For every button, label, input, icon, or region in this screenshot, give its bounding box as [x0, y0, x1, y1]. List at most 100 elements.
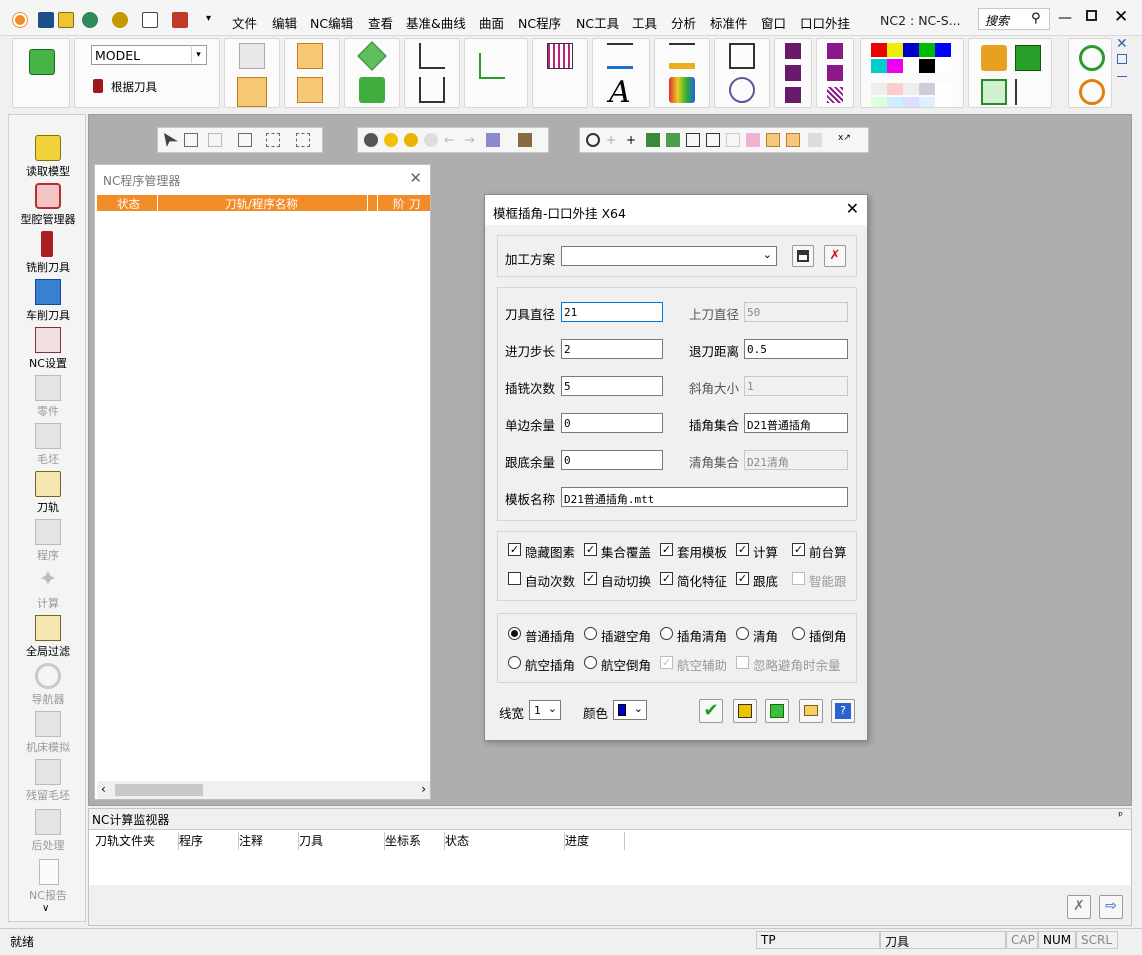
menu-file[interactable]: 文件	[232, 13, 257, 32]
mode-radio[interactable]	[792, 627, 805, 640]
arrow-right-icon[interactable]: →	[464, 133, 478, 148]
monitor-column-header[interactable]: 状态	[445, 832, 565, 850]
list-icon[interactable]	[297, 77, 323, 103]
mode-radio[interactable]	[584, 656, 597, 669]
clean-set-input[interactable]: D21清角	[744, 450, 848, 470]
view-cube-icon[interactable]	[486, 133, 500, 147]
brush-icon[interactable]	[827, 43, 843, 59]
feed-step-input[interactable]: 2	[561, 339, 663, 359]
menu-tools[interactable]: 工具	[632, 13, 657, 32]
mode-radio-label[interactable]: 插避空角	[601, 626, 651, 645]
close-window-button[interactable]: ✕	[1114, 7, 1128, 27]
sidebar-item-post-process[interactable]: 后处理	[9, 807, 87, 855]
model-select[interactable]: MODEL ▾	[91, 45, 207, 65]
by-tool-label[interactable]: 根据刀具	[111, 79, 157, 95]
menu-nc-tools[interactable]: NC工具	[576, 13, 619, 32]
option-checkbox-label[interactable]: 集合覆盖	[601, 542, 651, 561]
scroll-right-icon[interactable]: ›	[421, 782, 426, 796]
surface-icon[interactable]	[359, 77, 385, 103]
point-icon[interactable]: +	[606, 133, 620, 147]
sidebar-item-nc-setup[interactable]: NC设置	[9, 325, 87, 373]
highlight-2-icon[interactable]	[786, 133, 800, 147]
scroll-left-icon[interactable]: ‹	[101, 782, 106, 796]
tool-diameter-input[interactable]: 21	[561, 302, 663, 322]
color-select[interactable]: ⌄	[613, 700, 647, 720]
option-checkbox[interactable]: ✓	[660, 543, 673, 556]
menu-standard-parts[interactable]: 标准件	[710, 13, 748, 32]
column-status[interactable]: 状态	[117, 196, 140, 212]
rotate-icon[interactable]	[586, 133, 600, 147]
holder-icon[interactable]	[239, 43, 265, 69]
tool-disabled-icon[interactable]	[726, 133, 740, 147]
layers-icon[interactable]	[357, 41, 387, 71]
axis-icon[interactable]	[479, 53, 505, 79]
monitor-column-header[interactable]: 注释	[239, 832, 299, 850]
dimension-icon[interactable]	[607, 43, 633, 69]
bulb-dark-icon[interactable]	[364, 133, 378, 147]
option-checkbox-label[interactable]: 跟底	[753, 571, 778, 590]
sidebar-item-turn-tool[interactable]: 车削刀具	[9, 277, 87, 325]
dialog-close-icon[interactable]: ✕	[846, 199, 859, 218]
option-checkbox[interactable]: ✓	[792, 543, 805, 556]
extra-option-label[interactable]: 忽略避角时余量	[753, 655, 841, 674]
eraser-icon[interactable]	[746, 133, 760, 147]
box-select-icon[interactable]	[184, 133, 198, 147]
menu-view[interactable]: 查看	[368, 13, 393, 32]
sidebar-item-residual-stock[interactable]: 残留毛坯	[9, 757, 87, 805]
extra-option-checkbox[interactable]: ✓	[660, 656, 673, 669]
mode-radio[interactable]	[508, 627, 521, 640]
refresh-icon[interactable]	[1079, 79, 1105, 105]
sidebar-item-global-filter[interactable]: 全局过滤	[9, 613, 87, 661]
select-icon[interactable]	[164, 133, 178, 147]
fill-icon[interactable]	[827, 65, 843, 81]
marker-icon-2[interactable]	[785, 65, 801, 81]
sidebar-item-mill-tool[interactable]: 铣削刀具	[9, 229, 87, 277]
surface-green-icon[interactable]	[666, 133, 680, 147]
magnify-icon[interactable]	[729, 77, 755, 103]
ok-button[interactable]: ✔	[699, 699, 723, 723]
mode-radio[interactable]	[736, 627, 749, 640]
sidebar-item-compute[interactable]: ✦ 计算	[9, 565, 87, 613]
mode-radio-label[interactable]: 航空插角	[525, 655, 575, 674]
ribbon-close-icon[interactable]: ✕	[1116, 36, 1128, 52]
help-button[interactable]: ?	[831, 699, 855, 723]
sidebar-expand-icon[interactable]: ∨	[42, 903, 49, 914]
save-icon[interactable]	[38, 12, 54, 28]
mode-radio-label[interactable]: 插倒角	[809, 626, 847, 645]
polyline-icon[interactable]	[419, 77, 445, 103]
cursor-select-icon[interactable]	[296, 133, 310, 147]
option-checkbox[interactable]: ✓	[736, 543, 749, 556]
option-checkbox-label[interactable]: 套用模板	[677, 542, 727, 561]
menu-datum-curve[interactable]: 基准&曲线	[406, 13, 466, 32]
quick-access-more-icon[interactable]: ▾	[206, 13, 211, 24]
mode-radio[interactable]	[584, 627, 597, 640]
layer-green-icon[interactable]	[646, 133, 660, 147]
sidebar-item-cavity-manager[interactable]: 型腔管理器	[9, 181, 87, 229]
column-stage[interactable]: 阶	[393, 196, 405, 212]
pin-icon[interactable]: ᵖ	[1118, 809, 1123, 822]
upper-tool-diameter-input[interactable]: 50	[744, 302, 848, 322]
green-cube-icon[interactable]	[1015, 45, 1041, 71]
monitor-column-header[interactable]: 刀具	[299, 832, 385, 850]
sidebar-item-read-model[interactable]: 读取模型	[9, 133, 87, 181]
menu-plugin[interactable]: 口口外挂	[800, 13, 850, 32]
curve-2-icon[interactable]	[706, 133, 720, 147]
column-name[interactable]: 刀轨/程序名称	[225, 196, 298, 212]
mode-radio[interactable]	[508, 656, 521, 669]
menu-edit[interactable]: 编辑	[272, 13, 297, 32]
pick-icon[interactable]	[238, 133, 252, 147]
save-scheme-button[interactable]	[792, 245, 814, 267]
menu-analysis[interactable]: 分析	[671, 13, 696, 32]
menu-nc-program[interactable]: NC程序	[518, 13, 561, 32]
model-icon[interactable]	[82, 12, 98, 28]
arrow-left-icon[interactable]: ←	[444, 133, 458, 148]
sidebar-item-toolpath[interactable]: 刀轨	[9, 469, 87, 517]
search-icon[interactable]: ⚲	[1031, 11, 1041, 26]
option-checkbox[interactable]: ✓	[736, 572, 749, 585]
side-stock-input[interactable]: 0	[561, 413, 663, 433]
cube-disabled-icon[interactable]	[808, 133, 822, 147]
sidebar-item-part[interactable]: 零件	[9, 373, 87, 421]
text-icon[interactable]: A	[609, 75, 631, 110]
menu-window[interactable]: 窗口	[761, 13, 786, 32]
mode-radio-label[interactable]: 航空倒角	[601, 655, 651, 674]
